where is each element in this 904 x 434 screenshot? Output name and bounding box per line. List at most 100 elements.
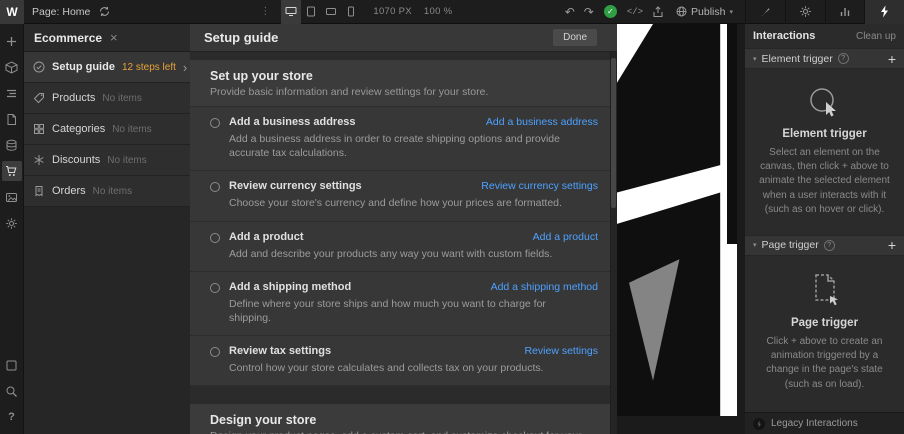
add-elements-icon[interactable]	[2, 31, 22, 51]
export-code-icon[interactable]: </>	[627, 7, 643, 17]
breakpoint-desktop-icon[interactable]	[281, 0, 302, 24]
task-action-link[interactable]: Review settings	[514, 345, 598, 357]
task-action-link[interactable]: Add a shipping method	[481, 281, 598, 293]
page-label: Page: Home	[32, 5, 91, 18]
style-panel-toggle-icon[interactable]	[746, 0, 785, 24]
sidebar-item-categories[interactable]: Categories No items	[24, 114, 190, 145]
element-trigger-description: Select an element on the canvas, then cl…	[759, 147, 890, 215]
help-icon[interactable]: ?	[837, 53, 849, 64]
canvas-width-value[interactable]: 1070 PX	[373, 6, 412, 17]
pages-icon[interactable]	[2, 109, 22, 129]
breakpoint-tablet-icon[interactable]	[301, 0, 321, 24]
item-label: Products	[52, 92, 96, 104]
page-selector[interactable]: Page: Home	[32, 6, 90, 18]
task-title: Add a product	[229, 230, 304, 243]
caret-down-icon: ▾	[753, 55, 757, 63]
panel-title: Interactions	[753, 30, 816, 42]
publish-label: Publish	[691, 5, 726, 18]
breakpoint-mobile-portrait-icon[interactable]	[341, 0, 361, 24]
item-count: No items	[92, 185, 133, 197]
task-row-currency-settings: Review currency settings Review currency…	[190, 171, 610, 222]
chevron-right-icon: ›	[182, 59, 188, 75]
main-scrollbar-track[interactable]	[610, 52, 617, 434]
page-trigger-section-header[interactable]: ▾ Page trigger ? +	[745, 234, 904, 256]
check-circle-icon	[33, 61, 45, 73]
sidebar-item-products[interactable]: Products No items	[24, 83, 190, 114]
receipt-icon	[33, 185, 45, 197]
task-radio[interactable]	[210, 118, 220, 128]
task-description: Define where your store ships and how mu…	[229, 297, 546, 324]
section-subheading: Provide basic information and review set…	[210, 86, 489, 98]
components-icon[interactable]	[2, 355, 22, 375]
add-page-trigger-button[interactable]: +	[888, 238, 896, 252]
clean-up-button[interactable]: Clean up	[856, 31, 896, 42]
sidebar-item-setup-guide[interactable]: Setup guide 12 steps left ›	[24, 52, 190, 83]
element-trigger-title: Element trigger	[782, 128, 867, 140]
legacy-interactions-label: Legacy Interactions	[771, 418, 858, 429]
add-element-trigger-button[interactable]: +	[888, 52, 896, 66]
task-description: Add a business address in order to creat…	[229, 133, 560, 160]
symbols-icon[interactable]	[2, 57, 22, 77]
canvas-black-column	[727, 24, 737, 244]
share-icon[interactable]	[652, 5, 664, 18]
assets-icon[interactable]	[2, 187, 22, 207]
element-trigger-header-label: Element trigger	[761, 52, 833, 65]
zoom-icon[interactable]	[2, 381, 22, 401]
undo-icon[interactable]: ↶	[565, 6, 575, 18]
help-icon[interactable]: ?	[823, 239, 835, 251]
interactions-panel: Interactions Clean up ▾ Element trigger …	[745, 24, 904, 434]
task-title: Review tax settings	[229, 345, 332, 358]
task-title: Add a business address	[229, 116, 356, 128]
settings-panel-toggle-icon[interactable]	[784, 0, 825, 24]
redo-icon[interactable]: ↷	[584, 6, 594, 18]
close-icon[interactable]: ×	[110, 30, 118, 45]
item-count: No items	[112, 123, 152, 135]
cms-collections-icon[interactable]	[2, 135, 22, 155]
left-toolbar: ?	[0, 24, 24, 434]
sidebar-item-orders[interactable]: Orders No items	[24, 176, 190, 207]
element-trigger-body: Element trigger Select an element on the…	[745, 69, 904, 235]
sidebar-item-discounts[interactable]: Discounts No items	[24, 145, 190, 176]
page-trigger-description: Click + above to create an animation tri…	[766, 335, 883, 390]
style-manager-toggle-icon[interactable]	[824, 0, 865, 24]
preview-toggle-icon[interactable]	[99, 6, 110, 17]
task-action-link[interactable]: Add a product	[523, 231, 598, 243]
done-button[interactable]: Done	[553, 29, 597, 46]
steps-left-badge: 12 steps left	[121, 61, 176, 73]
setup-guide-header: Setup guide Done	[190, 24, 617, 52]
design-canvas-area	[617, 24, 745, 434]
main-scrollbar-thumb[interactable]	[611, 58, 616, 208]
caret-down-icon: ▾	[753, 242, 757, 250]
task-row-add-product: Add a product Add a product Add and desc…	[190, 221, 610, 272]
task-radio[interactable]	[210, 282, 220, 293]
interactions-header: Interactions Clean up	[745, 24, 904, 48]
ecommerce-panel: Ecommerce × Setup guide 12 steps left › …	[24, 24, 190, 434]
site-settings-icon[interactable]	[2, 213, 22, 233]
help-icon[interactable]: ?	[2, 407, 22, 427]
ecommerce-panel-header: Ecommerce ×	[24, 24, 190, 52]
task-radio[interactable]	[210, 232, 220, 243]
zoom-level-value[interactable]: 100 %	[424, 6, 452, 17]
canvas-page[interactable]	[617, 24, 737, 416]
task-description: Choose your store's currency and define …	[229, 197, 562, 210]
navigator-icon[interactable]	[2, 83, 22, 103]
panel-toggles	[745, 0, 904, 24]
task-action-link[interactable]: Add a business address	[476, 116, 598, 128]
globe-icon	[676, 6, 687, 17]
publish-button[interactable]: Publish ▾	[676, 6, 733, 18]
more-menu-icon[interactable]: ⋮	[260, 6, 271, 17]
task-row-tax-settings: Review tax settings Review settings Cont…	[190, 336, 610, 387]
task-radio[interactable]	[210, 182, 220, 193]
page-title: Setup guide	[204, 30, 279, 45]
webflow-logo[interactable]: W	[0, 0, 24, 24]
section-heading: Design your store	[210, 413, 317, 428]
task-action-link[interactable]: Review currency settings	[471, 180, 598, 192]
element-trigger-section-header[interactable]: ▾ Element trigger ? +	[745, 48, 904, 69]
breakpoint-mobile-landscape-icon[interactable]	[321, 0, 341, 24]
interactions-panel-toggle-icon[interactable]	[864, 0, 904, 24]
section-header-setup-store: Set up your store Provide basic informat…	[190, 60, 610, 107]
ecommerce-icon[interactable]	[1, 161, 22, 181]
task-radio[interactable]	[210, 347, 220, 358]
legacy-interactions-button[interactable]: Legacy Interactions	[745, 412, 904, 434]
grid-icon	[33, 123, 45, 135]
